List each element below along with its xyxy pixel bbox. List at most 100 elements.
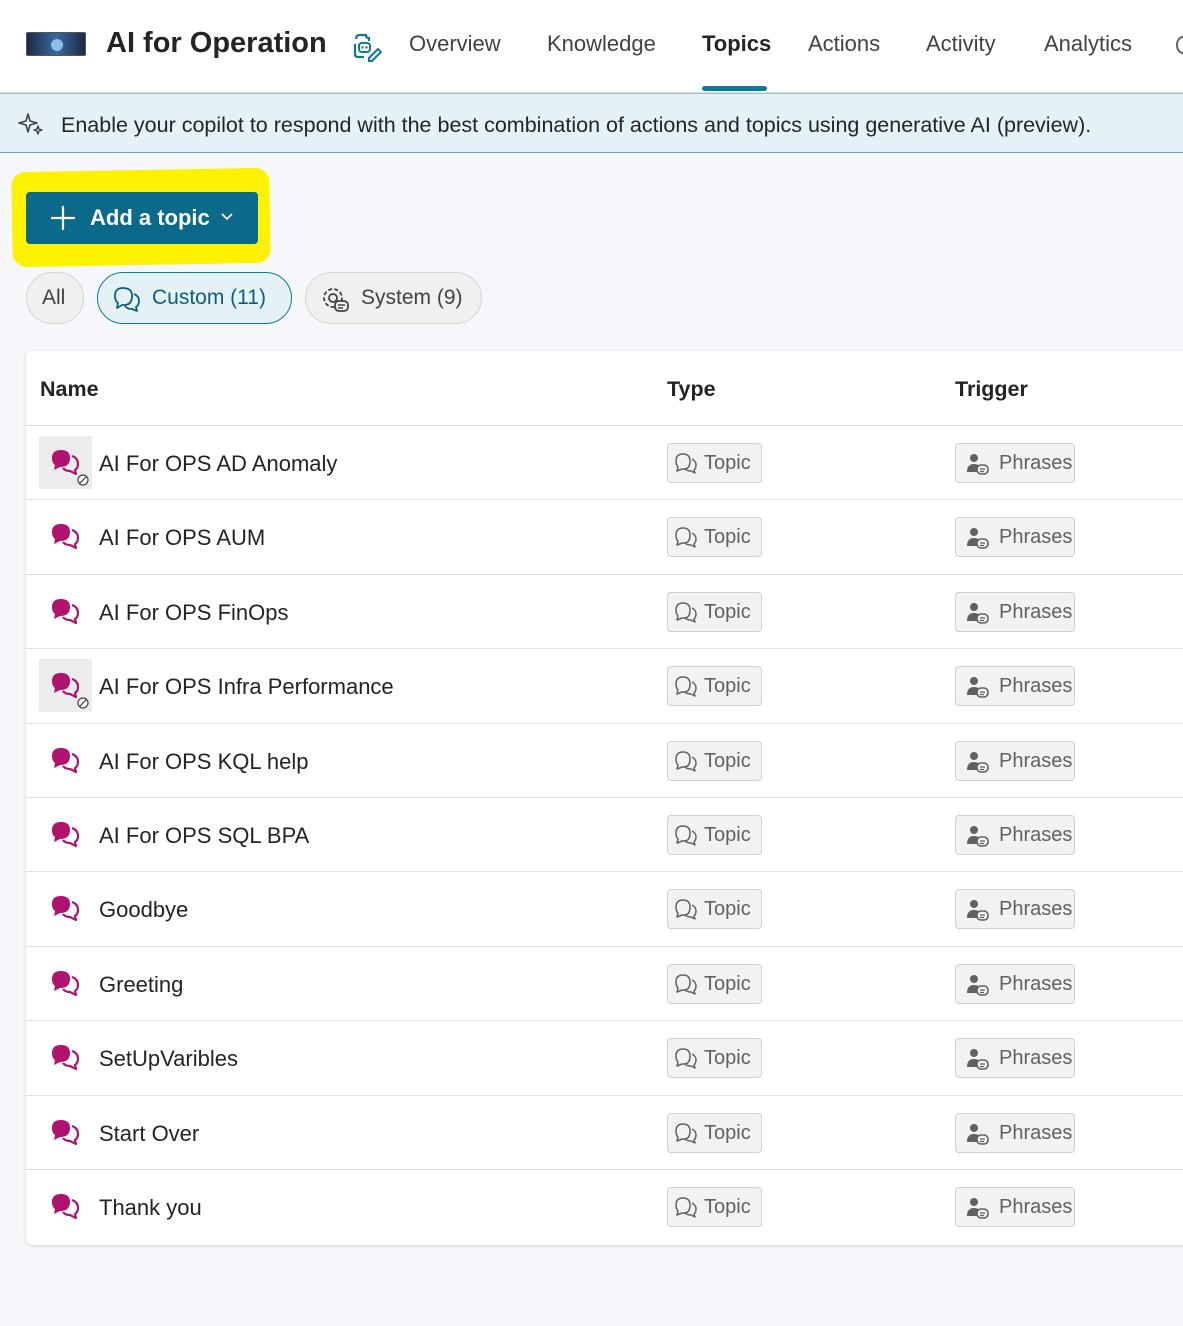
trigger-badge-label: Phrases xyxy=(999,1196,1073,1218)
chat-outline-icon xyxy=(675,974,697,995)
ban-icon xyxy=(77,474,89,486)
chat-bubbles-icon xyxy=(52,450,80,476)
trigger-badge: Phrases xyxy=(955,963,1075,1004)
topic-name[interactable]: AI For OPS Infra Performance xyxy=(99,674,394,700)
chat-bubbles-icon xyxy=(52,747,80,773)
chat-bubbles-icon xyxy=(52,598,80,624)
chevron-down-icon xyxy=(221,213,233,221)
tab-activity[interactable]: Activity xyxy=(926,31,996,57)
column-header-trigger[interactable]: Trigger xyxy=(955,377,1028,402)
topic-name[interactable]: AI For OPS FinOps xyxy=(99,600,289,626)
topic-name[interactable]: AI For OPS KQL help xyxy=(99,749,309,775)
filter-all[interactable]: All xyxy=(26,272,84,324)
topic-name[interactable]: AI For OPS SQL BPA xyxy=(99,823,309,849)
type-badge: Topic xyxy=(667,740,762,781)
person-chat-icon xyxy=(967,900,989,922)
person-chat-icon xyxy=(967,528,989,550)
table-row[interactable]: AI For OPS FinOps Topic Phrases xyxy=(26,573,1183,648)
topic-name[interactable]: Greeting xyxy=(99,972,183,998)
chat-bubbles-icon xyxy=(52,1045,80,1071)
column-header-type[interactable]: Type xyxy=(667,377,716,402)
person-chat-icon xyxy=(967,1123,989,1145)
plus-icon xyxy=(50,205,76,231)
topic-icon xyxy=(39,659,92,713)
tab-overview[interactable]: Overview xyxy=(409,31,501,57)
chat-outline-icon xyxy=(675,602,697,623)
tab-knowledge[interactable]: Knowledge xyxy=(547,31,656,57)
add-topic-label: Add a topic xyxy=(90,205,210,230)
add-topic-button[interactable]: Add a topic xyxy=(26,192,258,244)
topic-name[interactable]: Start Over xyxy=(99,1121,199,1147)
type-badge: Topic xyxy=(667,517,762,558)
table-row[interactable]: AI For OPS AUM Topic Phrases xyxy=(26,499,1183,573)
table-row[interactable]: AI For OPS AD Anomaly Topic Phrases xyxy=(26,425,1183,499)
trigger-badge: Phrases xyxy=(955,889,1075,930)
filter-custom[interactable]: Custom (11) xyxy=(97,272,292,324)
filter-system[interactable]: System (9) xyxy=(305,272,482,324)
chat-outline-icon xyxy=(675,453,697,474)
person-chat-icon xyxy=(967,751,989,773)
type-badge: Topic xyxy=(667,963,762,1004)
trigger-badge: Phrases xyxy=(955,815,1075,855)
topic-icon xyxy=(39,957,92,1010)
type-badge: Topic xyxy=(667,815,762,855)
chat-bubbles-icon xyxy=(52,822,80,848)
table-row[interactable]: AI For OPS SQL BPA Topic Phrases xyxy=(26,797,1183,871)
table-row[interactable]: Thank you Topic Phrases xyxy=(26,1169,1183,1243)
chat-outline-icon xyxy=(675,676,697,697)
type-badge: Topic xyxy=(667,666,762,707)
topic-icon xyxy=(39,734,92,787)
tab-actions[interactable]: Actions xyxy=(808,31,880,57)
topic-name[interactable]: AI For OPS AUM xyxy=(99,525,265,551)
table-row[interactable]: AI For OPS Infra Performance Topic Phrases xyxy=(26,648,1183,722)
tab-analytics[interactable]: Analytics xyxy=(1044,31,1132,57)
topic-name[interactable]: SetUpVaribles xyxy=(99,1046,238,1072)
table-row[interactable]: SetUpVaribles Topic Phrases xyxy=(26,1020,1183,1094)
sparkle-icon xyxy=(18,113,43,135)
trigger-badge-label: Phrases xyxy=(999,526,1073,549)
trigger-badge-label: Phrases xyxy=(999,1121,1073,1144)
person-chat-icon xyxy=(967,677,989,698)
type-badge: Topic xyxy=(667,889,762,930)
topic-icon xyxy=(39,1180,92,1233)
topic-icon xyxy=(39,585,92,638)
ban-icon xyxy=(77,697,89,709)
table-row[interactable]: Greeting Topic Phrases xyxy=(26,945,1183,1020)
trigger-badge-label: Phrases xyxy=(999,749,1073,772)
table-row[interactable]: AI For OPS KQL help Topic Phrases xyxy=(26,722,1183,797)
table-row[interactable]: Start Over Topic Phrases xyxy=(26,1094,1183,1169)
chat-outline-icon xyxy=(675,1122,697,1144)
chat-bubbles-icon xyxy=(52,896,80,922)
topics-table: Name Type Trigger AI For OPS AD Anomaly T… xyxy=(26,351,1183,1245)
person-chat-icon xyxy=(967,454,989,475)
trigger-badge: Phrases xyxy=(955,1038,1075,1079)
type-badge-label: Topic xyxy=(704,1196,751,1218)
topic-icon xyxy=(39,436,92,489)
filter-all-label: All xyxy=(42,286,66,309)
active-tab-indicator xyxy=(702,86,767,91)
trigger-badge-label: Phrases xyxy=(999,898,1073,921)
app-title: AI for Operation xyxy=(106,27,327,59)
trigger-badge: Phrases xyxy=(955,666,1075,707)
type-badge-label: Topic xyxy=(704,749,751,772)
trigger-badge: Phrases xyxy=(955,1112,1075,1153)
filter-system-label: System (9) xyxy=(361,286,463,309)
edit-copilot-icon[interactable] xyxy=(350,30,382,62)
chat-bubbles-icon xyxy=(52,1119,80,1145)
topic-name[interactable]: AI For OPS AD Anomaly xyxy=(99,451,337,477)
chat-outline-icon xyxy=(675,825,697,846)
tab-overflow-icon[interactable] xyxy=(1176,36,1183,54)
tab-topics[interactable]: Topics xyxy=(702,31,771,57)
column-header-name[interactable]: Name xyxy=(40,377,99,402)
topic-icon xyxy=(39,1031,92,1084)
topic-name[interactable]: Thank you xyxy=(99,1195,202,1221)
generative-ai-banner[interactable]: Enable your copilot to respond with the … xyxy=(0,93,1183,153)
trigger-badge: Phrases xyxy=(955,517,1075,558)
filter-custom-label: Custom (11) xyxy=(152,286,266,309)
type-badge-label: Topic xyxy=(704,452,751,474)
trigger-badge-label: Phrases xyxy=(999,675,1073,698)
trigger-badge: Phrases xyxy=(955,1187,1075,1227)
topic-name[interactable]: Goodbye xyxy=(99,897,188,923)
table-row[interactable]: Goodbye Topic Phrases xyxy=(26,871,1183,945)
type-badge-label: Topic xyxy=(704,1047,751,1070)
